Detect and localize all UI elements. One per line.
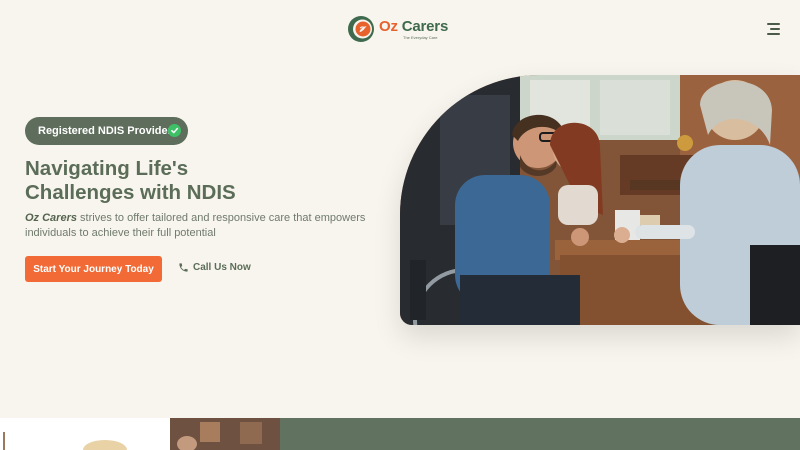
logo-text: Oz Carers The Everyday Care: [379, 19, 448, 40]
hero-title-line1: Navigating Life's: [25, 157, 189, 180]
logo-tagline: The Everyday Care: [403, 34, 438, 40]
call-us-label: Call Us Now: [193, 262, 251, 273]
hero-photo: [400, 75, 800, 325]
logo-name-oz: Oz: [379, 17, 398, 35]
bottom-section-panel: [280, 418, 800, 450]
start-journey-button[interactable]: Start Your Journey Today: [25, 256, 162, 282]
hero-title-line2: Challenges with NDIS: [25, 181, 236, 204]
logo-name-carers: Carers: [401, 17, 449, 35]
hero-title: Navigating Life's Challenges with NDIS: [25, 157, 365, 205]
hero-description: Oz Carers strives to offer tailored and …: [25, 211, 370, 241]
phone-icon: [179, 263, 188, 272]
badge-label: Registered NDIS Provider: [38, 125, 172, 137]
call-us-link[interactable]: Call Us Now: [178, 262, 251, 273]
description-brand: Oz Carers: [25, 212, 77, 224]
logo-name: Oz Carers: [379, 19, 448, 34]
description-text: strives to offer tailored and responsive…: [25, 212, 366, 239]
ndis-provider-badge: Registered NDIS Provider: [25, 117, 188, 145]
check-circle-icon: [168, 124, 181, 137]
bottom-section-photo: [0, 418, 280, 450]
hero-photo-illustration: [400, 75, 800, 325]
site-header: Oz Carers The Everyday Care: [0, 0, 800, 60]
hamburger-menu-icon[interactable]: [764, 22, 780, 36]
logo[interactable]: Oz Carers The Everyday Care: [347, 15, 448, 43]
logo-icon: [348, 16, 374, 42]
